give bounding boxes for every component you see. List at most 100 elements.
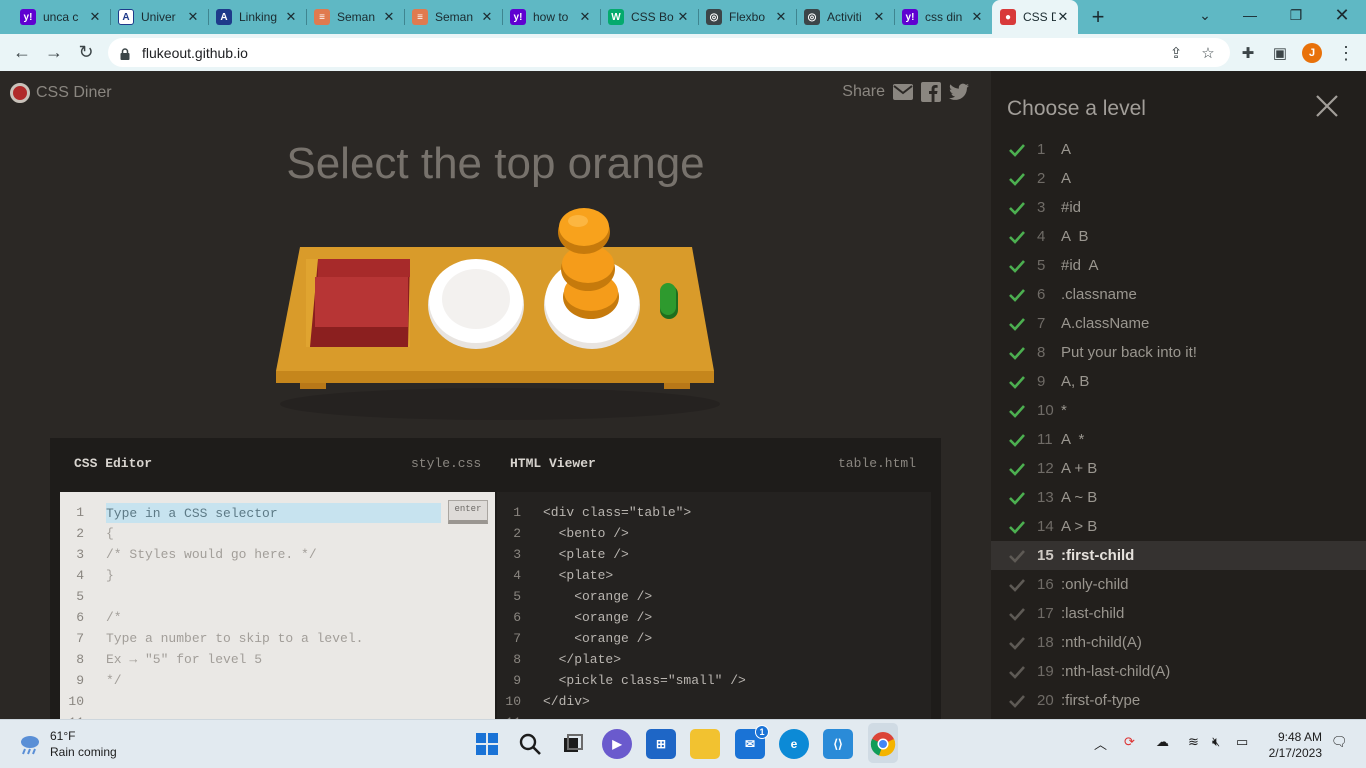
browser-tab[interactable]: y! how to ✕ <box>502 0 600 34</box>
mail-icon[interactable]: ✉ 1 <box>735 725 769 759</box>
wifi-icon[interactable]: ≋ <box>1188 734 1199 750</box>
tab-close-icon[interactable]: ✕ <box>774 9 788 25</box>
line-number: 6 <box>76 610 84 625</box>
browser-tab[interactable]: ◎ Flexbo ✕ <box>698 0 796 34</box>
html-viewer: 1 2 3 4 5 6 7 8 9 10 11 <div class="table"> <bento… <box>497 492 931 719</box>
task-view-icon[interactable] <box>558 729 588 759</box>
code-line: */ <box>106 673 122 688</box>
tab-close-icon[interactable]: ✕ <box>872 9 886 25</box>
chrome-icon[interactable] <box>868 729 898 759</box>
sync-icon[interactable]: ⟳ <box>1124 734 1135 750</box>
tab-title: Seman <box>435 10 474 24</box>
twitter-icon[interactable] <box>949 83 969 101</box>
show-hidden-icons[interactable]: ︿ <box>1094 734 1107 753</box>
notification-icon[interactable]: 🗨︎ <box>1331 734 1348 750</box>
browser-tab[interactable]: ≡ Seman ✕ <box>404 0 502 34</box>
logo[interactable]: CSS Diner <box>10 83 112 103</box>
level-item[interactable]: 14 A > B <box>991 512 1366 541</box>
extensions-icon[interactable]: ✚ <box>1236 41 1260 65</box>
browser-tab[interactable]: y! css din ✕ <box>894 0 992 34</box>
level-item[interactable]: 13 A ~ B <box>991 483 1366 512</box>
level-item[interactable]: 3 #id <box>991 193 1366 222</box>
tab-close-icon[interactable]: ✕ <box>676 9 690 25</box>
tab-close-icon[interactable]: ✕ <box>88 9 102 25</box>
profile-avatar[interactable]: J <box>1300 41 1324 65</box>
browser-tab[interactable]: ≡ Seman ✕ <box>306 0 404 34</box>
address-toolbar: ← → ↻ flukeout.github.io ⇪ ☆ ✚ ▣ J ⋮ <box>0 34 1366 71</box>
menu-kebab-icon[interactable]: ⋮ <box>1334 41 1358 65</box>
edge-icon[interactable]: e <box>779 729 809 759</box>
level-item[interactable]: 4 A B <box>991 222 1366 251</box>
level-item[interactable]: 11 A * <box>991 425 1366 454</box>
level-item[interactable]: 10 * <box>991 396 1366 425</box>
search-icon[interactable] <box>515 729 545 759</box>
new-tab-button[interactable]: + <box>1078 0 1118 34</box>
level-item[interactable]: 20:first-of-type <box>991 686 1366 715</box>
omnibox[interactable]: flukeout.github.io <box>108 38 1230 67</box>
checkmark-icon <box>1009 607 1025 621</box>
maximize-button[interactable]: ❐ <box>1273 0 1319 30</box>
clock-time: 9:48 AM <box>1277 730 1322 744</box>
level-item[interactable]: 18:nth-child(A) <box>991 628 1366 657</box>
browser-tab[interactable]: A Linking ✕ <box>208 0 306 34</box>
level-item[interactable]: 8 Put your back into it! <box>991 338 1366 367</box>
facebook-icon[interactable] <box>921 82 941 102</box>
close-icon[interactable] <box>1314 93 1340 119</box>
battery-icon[interactable]: ▭ <box>1236 734 1248 750</box>
level-item[interactable]: 16:only-child <box>991 570 1366 599</box>
tab-close-icon[interactable]: ✕ <box>186 9 200 25</box>
enter-button[interactable]: enter <box>448 500 488 524</box>
email-icon[interactable] <box>893 83 913 101</box>
level-item[interactable]: 1A <box>991 135 1366 164</box>
close-window-button[interactable]: ✕ <box>1319 0 1365 30</box>
tab-close-icon[interactable]: ✕ <box>578 9 592 25</box>
line-number: 1 <box>513 505 521 520</box>
start-button[interactable] <box>472 729 502 759</box>
browser-tab[interactable]: y! unca c ✕ <box>12 0 110 34</box>
tab-close-icon[interactable]: ✕ <box>382 9 396 25</box>
level-item[interactable]: 7 A.className <box>991 309 1366 338</box>
weather-widget[interactable]: 61°F Rain coming <box>18 728 117 760</box>
minimize-button[interactable]: — <box>1227 0 1273 30</box>
vscode-icon[interactable]: ⟨⟩ <box>823 729 853 759</box>
share-page-icon[interactable]: ⇪ <box>1164 41 1188 65</box>
level-item[interactable]: 9 A, B <box>991 367 1366 396</box>
clock[interactable]: 9:48 AM 2/17/2023 <box>1269 729 1322 761</box>
browser-tab[interactable]: ● CSS Di✕ <box>992 0 1078 34</box>
back-button[interactable]: ← <box>6 37 38 69</box>
onedrive-icon[interactable]: ☁ <box>1156 734 1169 750</box>
tab-title: css din <box>925 10 963 24</box>
html-code[interactable]: <div class="table"> <bento /> <plate /> … <box>543 502 746 719</box>
forward-button[interactable]: → <box>38 37 70 69</box>
tab-favicon-icon: y! <box>20 9 36 25</box>
speaker-muted-icon[interactable]: 🔇︎ <box>1212 734 1220 750</box>
level-label: A + B <box>1061 460 1098 477</box>
store-icon[interactable]: ⊞ <box>646 729 676 759</box>
level-item[interactable]: 17:last-child <box>991 599 1366 628</box>
browser-tab[interactable]: A Univer ✕ <box>110 0 208 34</box>
bookmark-star-icon[interactable]: ☆ <box>1196 41 1220 65</box>
level-item[interactable]: 2A <box>991 164 1366 193</box>
tab-close-icon[interactable]: ✕ <box>480 9 494 25</box>
tab-search-icon[interactable]: ⌄ <box>1182 0 1228 30</box>
level-number: 2 <box>1037 170 1046 187</box>
browser-tab[interactable]: W CSS Bo ✕ <box>600 0 698 34</box>
reload-button[interactable]: ↻ <box>70 37 102 69</box>
tab-close-icon[interactable]: ✕ <box>970 9 984 25</box>
level-item[interactable]: 6 .classname <box>991 280 1366 309</box>
level-label: :only-child <box>1061 576 1129 593</box>
file-explorer-icon[interactable] <box>690 729 720 759</box>
level-item[interactable]: 15:first-child <box>991 541 1366 570</box>
css-selector-input[interactable] <box>106 503 441 523</box>
level-item[interactable]: 12 A + B <box>991 454 1366 483</box>
browser-tab[interactable]: ◎ Activiti ✕ <box>796 0 894 34</box>
tab-close-icon[interactable]: ✕ <box>284 9 298 25</box>
level-item[interactable]: 19:nth-last-child(A) <box>991 657 1366 686</box>
tab-close-icon[interactable]: ✕ <box>1056 9 1070 25</box>
level-item[interactable]: 5 #id A <box>991 251 1366 280</box>
weather-status: Rain coming <box>50 745 117 759</box>
level-label: :nth-last-child(A) <box>1061 663 1171 680</box>
checkmark-icon <box>1009 375 1025 389</box>
teams-chat-icon[interactable]: ▶ <box>602 729 632 759</box>
side-panel-icon[interactable]: ▣ <box>1268 41 1292 65</box>
